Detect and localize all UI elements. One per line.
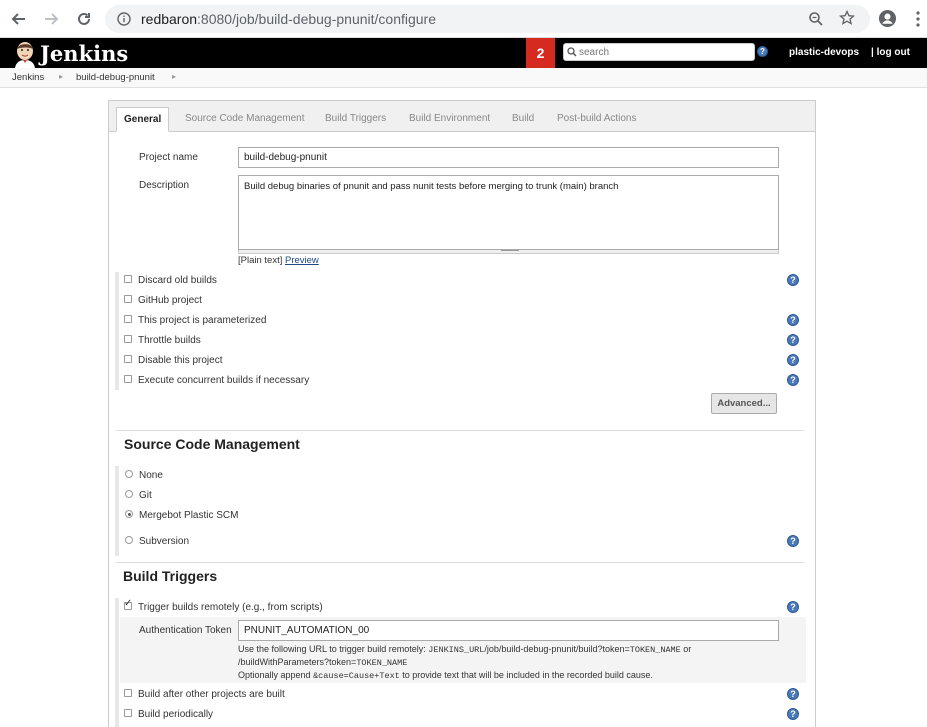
description-label: Description [139,180,190,191]
options-gutter [115,272,119,390]
build-after-other-checkbox[interactable] [124,689,132,697]
trigger-cause-note: Optionally append &cause=Cause+Text to p… [238,670,653,681]
throttle-builds-label: Throttle builds [138,335,201,346]
github-project-checkbox[interactable] [124,295,132,303]
discard-old-builds-checkbox[interactable] [124,275,132,283]
project-name-label: Project name [139,152,198,163]
build-after-other-label: Build after other projects are built [138,689,285,700]
logout-link[interactable]: | log out [871,47,910,58]
scm-mergebot-label: Mergebot Plastic SCM [139,510,239,521]
help-icon[interactable]: ? [787,274,799,286]
plain-text-label: [Plain text] Preview [238,255,319,266]
auth-token-input[interactable] [238,620,779,641]
parameterized-label: This project is parameterized [138,315,267,326]
project-name-input[interactable] [238,147,779,168]
breadcrumb: Jenkins ▸ build-debug-pnunit ▸ [0,68,927,88]
search-input[interactable] [579,45,749,59]
scm-gutter [115,466,119,556]
help-icon[interactable]: ? [787,354,799,366]
scm-mergebot-radio[interactable] [125,510,133,518]
scm-git-radio[interactable] [125,490,133,498]
tab-source-code-management[interactable]: Source Code Management [185,113,305,124]
jenkins-logo[interactable]: Jenkins [40,41,128,66]
concurrent-builds-label: Execute concurrent builds if necessary [138,375,310,386]
triggers-section-title: Build Triggers [123,568,218,584]
breadcrumb-job[interactable]: build-debug-pnunit [76,72,155,83]
user-link[interactable]: plastic-devops [789,47,859,58]
help-icon[interactable]: ? [787,535,799,547]
trigger-remotely-label: Trigger builds remotely (e.g., from scri… [138,602,323,613]
trigger-url-note: Use the following URL to trigger build r… [238,644,692,655]
tab-build[interactable]: Build [512,113,534,124]
textarea-resize-bar[interactable] [238,250,779,254]
url-text: redbaron:8080/job/build-debug-pnunit/con… [141,11,437,27]
disable-project-checkbox[interactable] [124,355,132,363]
browser-toolbar: redbaron:8080/job/build-debug-pnunit/con… [0,0,927,38]
notification-badge[interactable]: 2 [526,38,555,68]
scm-subversion-radio[interactable] [125,536,133,544]
forward-button[interactable] [40,8,62,30]
search-icon [567,47,577,57]
trigger-params-note: /buildWithParameters?token=TOKEN_NAME [238,657,408,668]
search-help-icon[interactable]: ? [757,46,768,57]
scm-none-radio[interactable] [125,470,133,478]
help-icon[interactable]: ? [787,374,799,386]
description-textarea[interactable]: Build debug binaries of pnunit and pass … [238,175,779,250]
triggers-gutter [115,598,119,727]
help-icon[interactable]: ? [787,708,799,720]
help-icon[interactable]: ? [787,334,799,346]
section-divider [116,562,804,563]
arrow-left-icon [11,13,25,25]
parameterized-checkbox[interactable] [124,315,132,323]
advanced-button[interactable]: Advanced... [711,393,777,414]
zoom-icon[interactable] [808,11,824,27]
jenkins-header: Jenkins 2 ? plastic-devops | log out [0,38,927,68]
github-project-label: GitHub project [138,295,202,306]
tab-build-environment[interactable]: Build Environment [409,113,490,124]
breadcrumb-jenkins[interactable]: Jenkins [12,72,44,83]
section-divider [116,430,804,431]
arrow-right-icon [45,13,59,25]
chevron-right-icon: ▸ [59,72,64,81]
concurrent-builds-checkbox[interactable] [124,375,132,383]
disable-project-label: Disable this project [138,355,223,366]
build-periodically-checkbox[interactable] [124,709,132,717]
info-icon[interactable] [117,12,131,26]
scm-section-title: Source Code Management [124,436,300,452]
profile-icon[interactable] [878,9,897,28]
build-periodically-label: Build periodically [138,709,214,720]
help-icon[interactable]: ? [787,314,799,326]
throttle-builds-checkbox[interactable] [124,335,132,343]
preview-link[interactable]: Preview [285,255,319,266]
jenkins-butler-icon[interactable] [12,40,38,68]
chevron-right-icon: ▸ [172,72,177,81]
tab-build-triggers[interactable]: Build Triggers [325,113,386,124]
address-bar[interactable]: redbaron:8080/job/build-debug-pnunit/con… [105,5,870,33]
help-icon[interactable]: ? [787,601,799,613]
reload-button[interactable] [73,8,95,30]
scm-subversion-label: Subversion [139,536,190,547]
discard-old-builds-label: Discard old builds [138,275,217,286]
star-icon[interactable] [839,10,855,26]
trigger-remotely-checkbox[interactable] [124,598,132,610]
scm-git-label: Git [139,490,152,501]
help-icon[interactable]: ? [787,688,799,700]
back-button[interactable] [8,8,30,30]
search-box[interactable] [563,43,755,61]
menu-dots-icon[interactable] [915,11,921,27]
tab-post-build-actions[interactable]: Post-build Actions [557,113,637,124]
auth-token-label: Authentication Token [139,625,232,636]
config-tabbar: General Source Code Management Build Tri… [109,101,815,132]
reload-icon [78,12,90,25]
scm-none-label: None [139,470,163,481]
tab-general[interactable]: General [116,107,170,132]
